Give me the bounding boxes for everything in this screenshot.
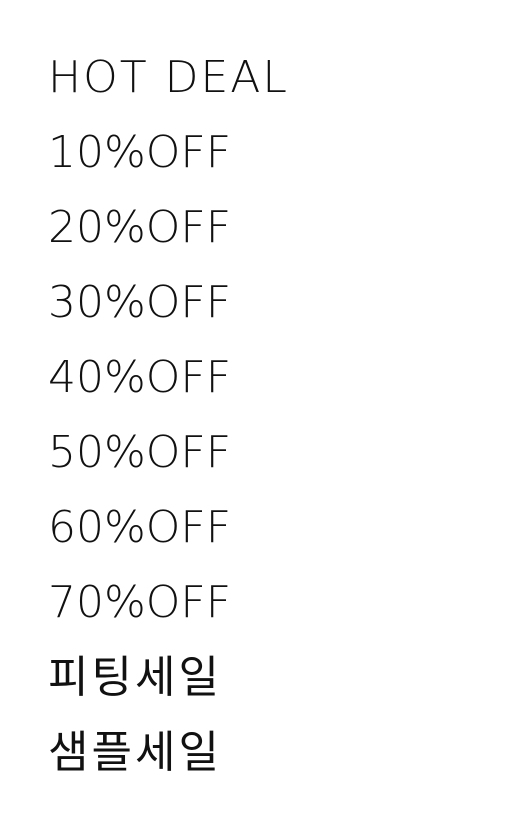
menu-item-hot-deal[interactable]: HOT DEAL: [48, 50, 289, 125]
menu-item-sample-sale[interactable]: 샘플세일: [48, 725, 289, 800]
menu-item-fitting-sale[interactable]: 피팅세일: [48, 650, 289, 725]
menu-item-50-off[interactable]: 50%OFF: [48, 425, 289, 500]
menu-item-60-off[interactable]: 60%OFF: [48, 500, 289, 575]
hot-deal-menu: HOT DEAL 10%OFF 20%OFF 30%OFF 40%OFF 50%…: [48, 50, 289, 800]
menu-item-30-off[interactable]: 30%OFF: [48, 275, 289, 350]
menu-item-10-off[interactable]: 10%OFF: [48, 125, 289, 200]
menu-item-70-off[interactable]: 70%OFF: [48, 575, 289, 650]
menu-item-40-off[interactable]: 40%OFF: [48, 350, 289, 425]
menu-item-20-off[interactable]: 20%OFF: [48, 200, 289, 275]
